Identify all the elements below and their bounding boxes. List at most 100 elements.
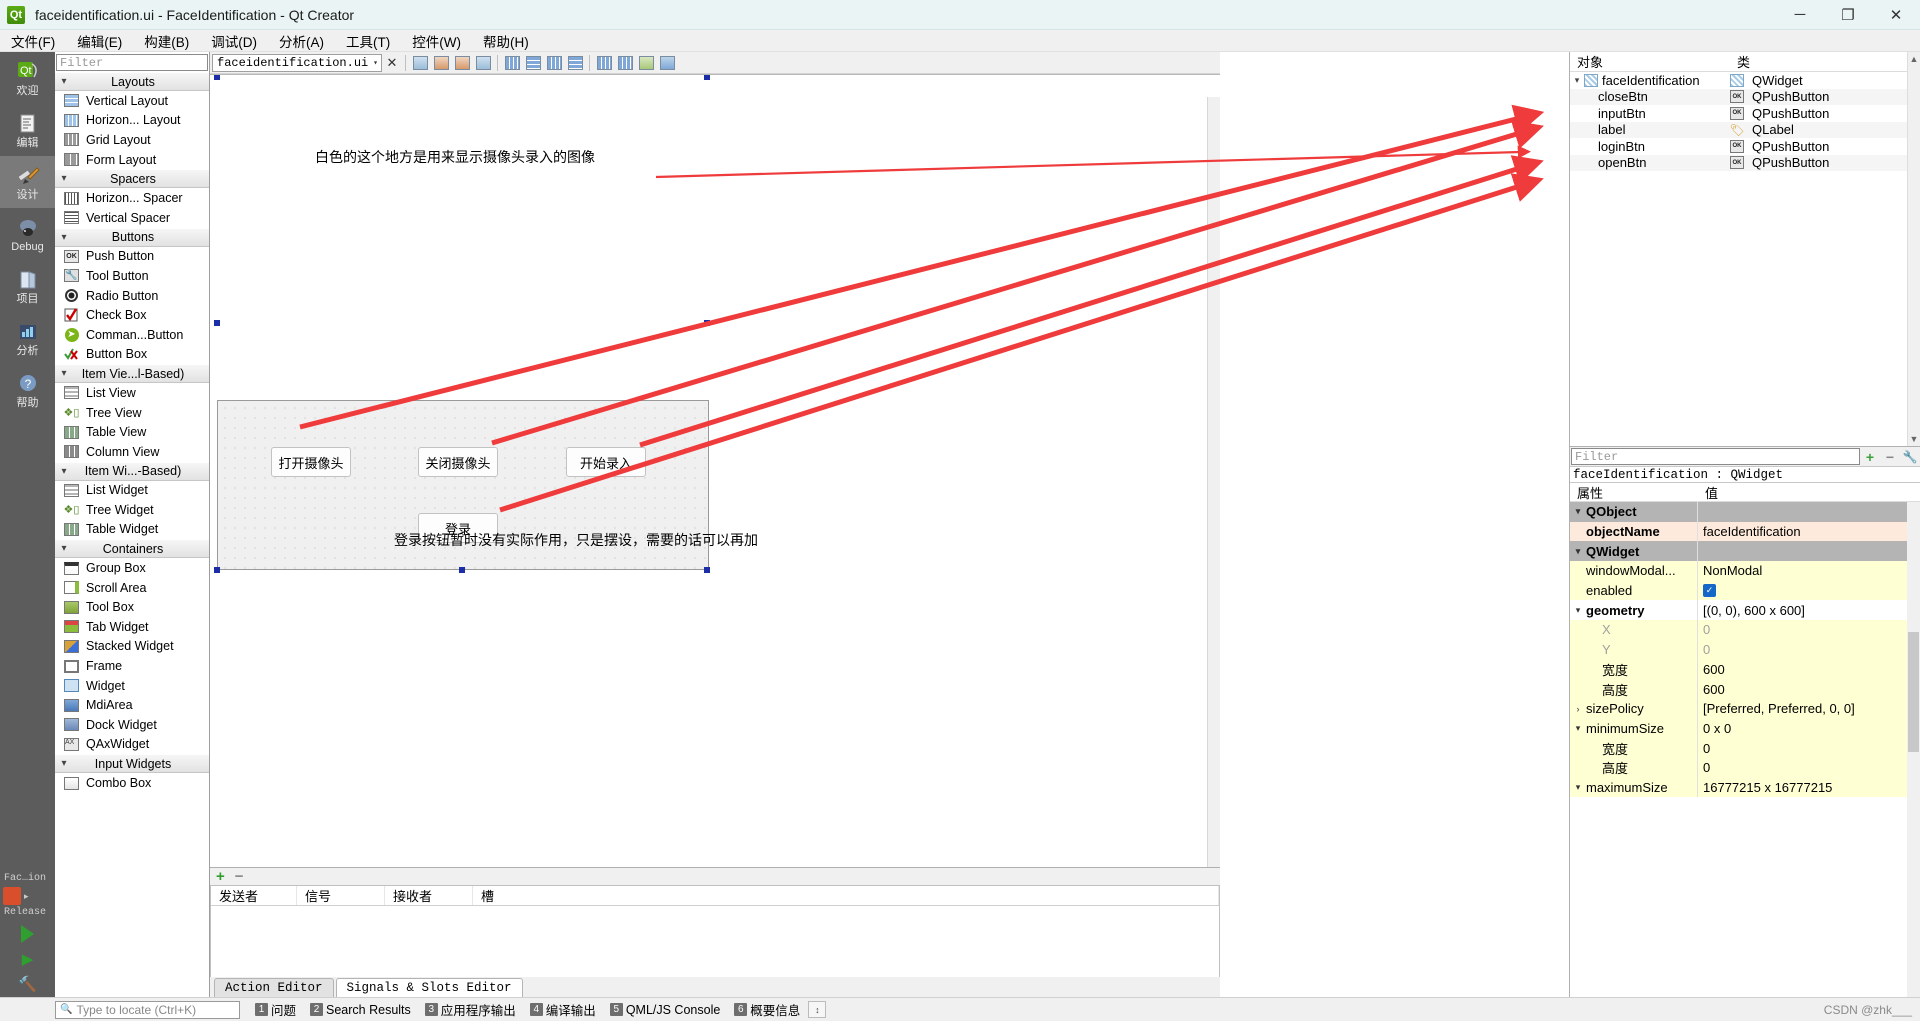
signals-slots-table[interactable]: 发送者 信号 接收者 槽 — [210, 885, 1220, 977]
column-signal[interactable]: 信号 — [297, 886, 385, 905]
widget-item-vertical-layout[interactable]: Vertical Layout — [55, 91, 209, 111]
property-value[interactable]: 0 — [1698, 622, 1920, 637]
chevron-down-icon[interactable]: ▾ — [1570, 605, 1586, 616]
property-value[interactable]: 16777215 x 16777215 — [1698, 780, 1920, 795]
edit-buddies-icon[interactable] — [452, 53, 472, 72]
widget-item-list-widget[interactable]: List Widget — [55, 481, 209, 501]
edit-signals-slots-icon[interactable] — [431, 53, 451, 72]
widget-box-filter-input[interactable]: Filter — [56, 54, 208, 71]
mode-welcome[interactable]: Qt 欢迎 — [0, 52, 55, 104]
widget-group-buttons[interactable]: ▾ Buttons — [55, 227, 209, 247]
locator-input[interactable]: 🔍 Type to locate (Ctrl+K) — [55, 1000, 240, 1019]
column-sender[interactable]: 发送者 — [211, 886, 297, 905]
close-button[interactable]: ✕ — [1872, 0, 1920, 30]
property-row-geometry-x[interactable]: X 0 — [1570, 620, 1920, 640]
inspector-row-label[interactable]: label 🏷 QLabel — [1570, 121, 1907, 138]
widget-box-list[interactable]: ▾ Layouts Vertical Layout Horizon... Lay… — [55, 72, 209, 997]
open-camera-button[interactable]: 打开摄像头 — [271, 447, 351, 477]
widget-item-combo-box[interactable]: Combo Box — [55, 773, 209, 793]
property-value[interactable]: NonModal — [1698, 563, 1920, 578]
scroll-down-icon[interactable]: ▼ — [1910, 432, 1919, 446]
property-value[interactable]: 0 — [1698, 642, 1920, 657]
mode-projects[interactable]: 项目 — [0, 260, 55, 312]
widget-item-qax-widget[interactable]: AX QAxWidget — [55, 735, 209, 755]
widget-group-item-widgets[interactable]: ▾ Item Wi...-Based) — [55, 461, 209, 481]
widget-item-horizontal-layout[interactable]: Horizon... Layout — [55, 111, 209, 131]
property-row-enabled[interactable]: enabled ✓ — [1570, 580, 1920, 601]
build-hammer-icon[interactable]: 🔨 — [18, 975, 37, 993]
inspector-row-faceidentification[interactable]: ▾ faceIdentification QWidget — [1570, 72, 1907, 89]
widget-item-scroll-area[interactable]: Scroll Area — [55, 578, 209, 598]
widget-item-mdi-area[interactable]: MdiArea — [55, 695, 209, 715]
menu-build[interactable]: 构建(B) — [133, 29, 200, 53]
mode-design[interactable]: 设计 — [0, 156, 55, 208]
property-row-sizepolicy[interactable]: › sizePolicy [Preferred, Preferred, 0, 0… — [1570, 698, 1920, 719]
column-value[interactable]: 值 — [1698, 483, 1920, 501]
widget-item-list-view[interactable]: List View — [55, 383, 209, 403]
inspector-row-closebtn[interactable]: closeBtn OK QPushButton — [1570, 88, 1907, 105]
remove-connection-button[interactable]: − — [235, 869, 244, 884]
property-value[interactable]: 0 x 0 — [1698, 721, 1920, 736]
property-scrollbar[interactable] — [1907, 502, 1920, 997]
wrench-icon[interactable]: 🔧 — [1900, 450, 1920, 464]
menu-tools[interactable]: 工具(T) — [335, 29, 401, 53]
property-value[interactable]: 0 — [1698, 741, 1920, 756]
property-group-qobject[interactable]: ▾ QObject — [1570, 502, 1920, 522]
layout-vertically-icon[interactable] — [523, 53, 543, 72]
run-button-icon[interactable] — [21, 925, 34, 943]
adjust-size-icon[interactable] — [657, 53, 677, 72]
property-value[interactable]: 0 — [1698, 760, 1920, 775]
chevron-down-icon[interactable]: ▾ — [1570, 75, 1584, 86]
selection-handle[interactable] — [459, 567, 465, 573]
widget-group-containers[interactable]: ▾ Containers — [55, 539, 209, 559]
chevron-right-icon[interactable]: › — [1570, 704, 1586, 714]
property-filter-input[interactable]: Filter — [1571, 448, 1860, 465]
property-row-objectname[interactable]: objectName faceIdentification — [1570, 521, 1920, 542]
property-row-geometry-width[interactable]: 宽度 600 — [1570, 659, 1920, 680]
menu-debug[interactable]: 调试(D) — [200, 29, 268, 53]
selection-handle[interactable] — [704, 320, 710, 326]
widget-item-column-view[interactable]: Column View — [55, 442, 209, 462]
widget-group-spacers[interactable]: ▾ Spacers — [55, 169, 209, 189]
debug-run-icon[interactable]: ▶ — [22, 950, 34, 968]
form-design-canvas[interactable]: 白色的这个地方是用来显示摄像头录入的图像 打开摄像头 关闭摄像头 开始录入 登录… — [210, 74, 1220, 867]
widget-item-widget[interactable]: Widget — [55, 676, 209, 696]
widget-item-frame[interactable]: Frame — [55, 656, 209, 676]
mode-edit[interactable]: 编辑 — [0, 104, 55, 156]
widget-item-form-layout[interactable]: Form Layout — [55, 150, 209, 170]
property-group-qwidget[interactable]: ▾ QWidget — [1570, 541, 1920, 562]
widget-item-tool-box[interactable]: Tool Box — [55, 597, 209, 617]
column-class[interactable]: 类 — [1730, 52, 1907, 71]
edit-tab-order-icon[interactable] — [473, 53, 493, 72]
widget-item-table-view[interactable]: Table View — [55, 422, 209, 442]
maximize-button[interactable]: ❐ — [1824, 0, 1872, 30]
property-value[interactable]: 600 — [1698, 662, 1920, 677]
mode-help[interactable]: ? 帮助 — [0, 364, 55, 416]
widget-item-vertical-spacer[interactable]: Vertical Spacer — [55, 208, 209, 228]
minimize-button[interactable]: ─ — [1776, 0, 1824, 30]
status-item-general-messages[interactable]: 6 概要信息 — [728, 1000, 806, 1019]
tab-action-editor[interactable]: Action Editor — [214, 978, 334, 997]
widget-item-command-link-button[interactable]: ➤ Comman...Button — [55, 325, 209, 345]
status-item-qml-js-console[interactable]: 5 QML/JS Console — [604, 1003, 726, 1017]
layout-horizontally-icon[interactable] — [502, 53, 522, 72]
updown-arrows-icon[interactable]: ↕ — [808, 1001, 827, 1018]
inspector-row-loginbtn[interactable]: loginBtn OK QPushButton — [1570, 138, 1907, 155]
menu-help[interactable]: 帮助(H) — [472, 29, 540, 53]
widget-item-check-box[interactable]: Check Box — [55, 305, 209, 325]
add-connection-button[interactable]: + — [216, 869, 225, 884]
enabled-checkbox[interactable]: ✓ — [1703, 584, 1716, 598]
widget-item-table-widget[interactable]: Table Widget — [55, 520, 209, 540]
canvas-vertical-scrollbar[interactable] — [1207, 97, 1220, 867]
kit-selector[interactable]: Fac…ion ▸ Release ▶ 🔨 — [0, 873, 55, 997]
property-row-maximumsize[interactable]: ▾ maximumSize 16777215 x 16777215 — [1570, 777, 1920, 798]
break-layout-icon[interactable] — [636, 53, 656, 72]
selection-handle[interactable] — [704, 567, 710, 573]
widget-item-horizontal-spacer[interactable]: Horizon... Spacer — [55, 188, 209, 208]
status-item-search-results[interactable]: 2 Search Results — [304, 1003, 417, 1017]
widget-item-tree-view[interactable]: ❖▯ Tree View — [55, 403, 209, 423]
scroll-up-icon[interactable]: ▲ — [1910, 52, 1919, 66]
widget-item-tool-button[interactable]: 🔧 Tool Button — [55, 266, 209, 286]
widget-group-input-widgets[interactable]: ▾ Input Widgets — [55, 754, 209, 774]
property-value[interactable]: [Preferred, Preferred, 0, 0] — [1698, 701, 1920, 716]
